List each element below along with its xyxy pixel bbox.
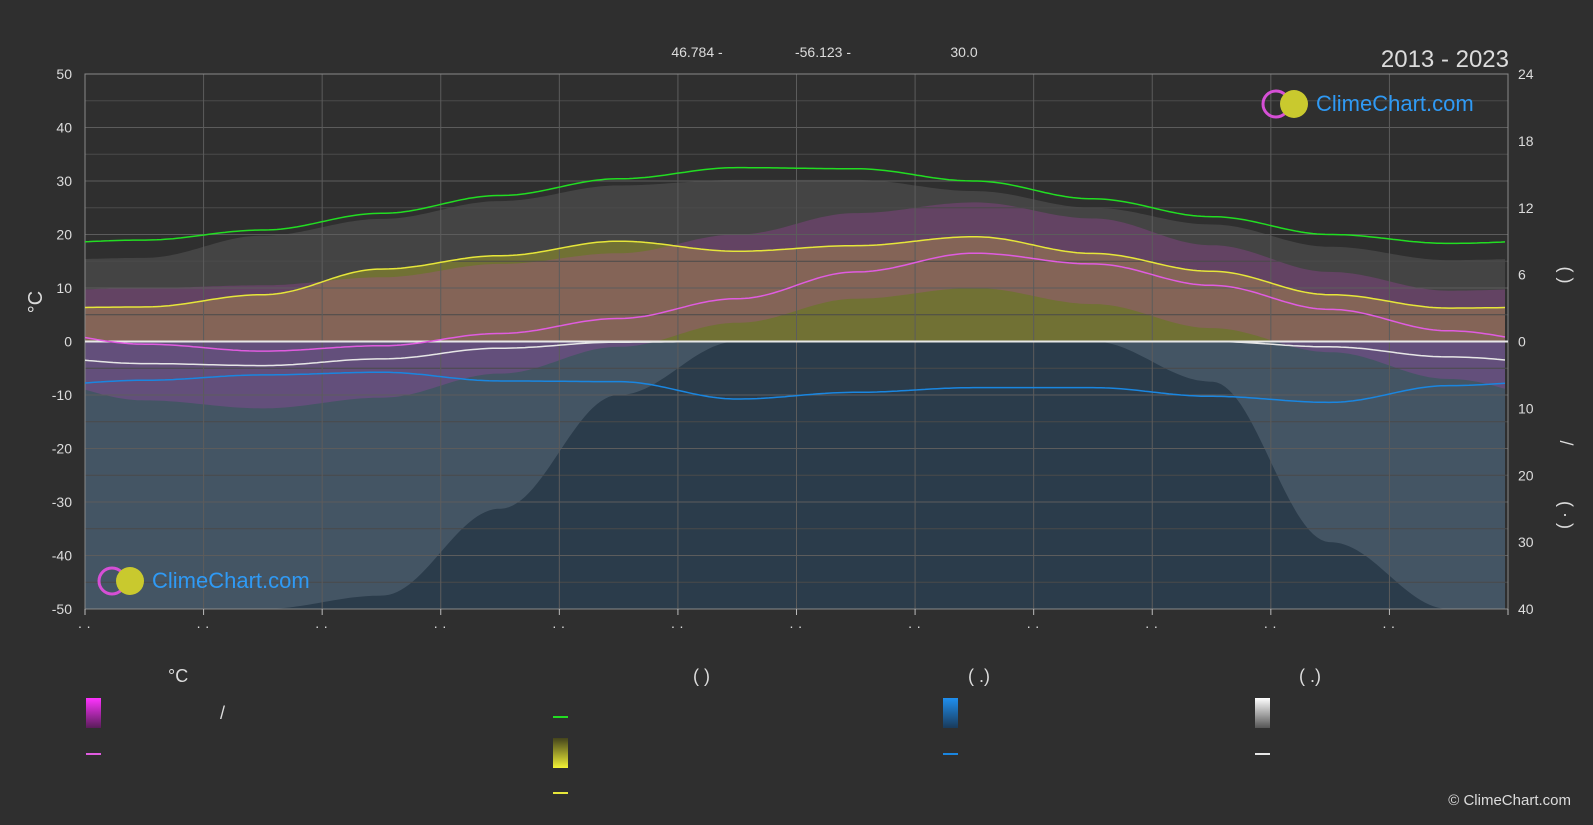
left-tick-label: 30 bbox=[56, 173, 72, 189]
logo-icon bbox=[1261, 89, 1308, 119]
left-tick-label: 40 bbox=[56, 120, 72, 136]
left-tick-label: 10 bbox=[56, 280, 72, 296]
logo-text: ClimeChart.com bbox=[1316, 91, 1474, 116]
legend-rain-title: ( .) bbox=[968, 666, 990, 686]
copyright: © ClimeChart.com bbox=[1448, 792, 1571, 809]
left-tick-label: -50 bbox=[52, 601, 72, 617]
legend-rain-range-swatch bbox=[943, 698, 958, 728]
legend-sunshine-range-swatch bbox=[553, 738, 568, 768]
logo-icon bbox=[97, 566, 144, 596]
logo-bottom: ClimeChart.com bbox=[96, 565, 310, 597]
right-top-tick-label: 18 bbox=[1518, 133, 1534, 149]
x-tick-label: · · bbox=[1145, 618, 1158, 634]
x-tick-label: · · bbox=[315, 618, 328, 634]
right-bottom-tick-label: 40 bbox=[1518, 601, 1534, 617]
legend-sunshine-mean-swatch bbox=[553, 792, 568, 794]
legend-snow-title: ( .) bbox=[1299, 666, 1321, 686]
right-axis-label-top: ( ) bbox=[1556, 267, 1576, 284]
legend-rain-mean-swatch bbox=[943, 753, 958, 755]
legend-daylight-swatch bbox=[553, 716, 568, 718]
x-tick-label: · · bbox=[908, 618, 921, 634]
left-tick-label: -40 bbox=[52, 548, 72, 564]
x-tick-label: · · bbox=[671, 618, 684, 634]
x-tick-label: · · bbox=[196, 618, 209, 634]
x-tick-label: · · bbox=[1264, 618, 1277, 634]
x-tick-label: · · bbox=[789, 618, 802, 634]
legend-snow-range-swatch bbox=[1255, 698, 1270, 728]
right-top-tick-label: 0 bbox=[1518, 334, 1526, 350]
legend-temperature-range-swatch bbox=[86, 698, 101, 728]
header-latitude: 46.784 - bbox=[671, 44, 723, 60]
left-tick-label: -30 bbox=[52, 494, 72, 510]
right-axis-label-bottom-2: ( · ) bbox=[1556, 501, 1576, 529]
climate-chart: 50 40 30 20 10 0 -10 -20 -30 -40 -50 24 18 12 6 0 10 20 30… bbox=[25, 44, 1576, 634]
right-bottom-tick-label: 20 bbox=[1518, 467, 1534, 483]
left-tick-label: -10 bbox=[52, 387, 72, 403]
logo-text: ClimeChart.com bbox=[152, 568, 310, 593]
left-tick-label: 50 bbox=[56, 66, 72, 82]
legend-temperature-mean-swatch bbox=[86, 753, 101, 755]
x-tick-label: · · bbox=[433, 618, 446, 634]
legend-sunshine-title: ( ) bbox=[693, 666, 710, 686]
legend-temperature-title: °C bbox=[168, 666, 189, 686]
period-label: 2013 - 2023 bbox=[1380, 46, 1509, 73]
x-tick-label: · · bbox=[78, 618, 91, 634]
x-tick-label: · · bbox=[1026, 618, 1039, 634]
left-tick-label: 0 bbox=[64, 334, 72, 350]
right-bottom-tick-label: 30 bbox=[1518, 534, 1534, 550]
right-top-tick-label: 6 bbox=[1518, 267, 1526, 283]
header-longitude: -56.123 - bbox=[795, 44, 851, 60]
left-tick-label: 20 bbox=[56, 227, 72, 243]
right-axis-label-bottom-1: / bbox=[1556, 440, 1576, 445]
left-tick-label: -20 bbox=[52, 441, 72, 457]
x-tick-label: · · bbox=[1382, 618, 1395, 634]
logo-top: ClimeChart.com bbox=[1260, 88, 1474, 120]
left-axis-unit: °C bbox=[25, 291, 47, 313]
right-bottom-tick-label: 10 bbox=[1518, 400, 1534, 416]
header-elevation: 30.0 bbox=[950, 44, 977, 60]
right-top-tick-label: 12 bbox=[1518, 200, 1534, 216]
x-tick-label: · · bbox=[552, 618, 565, 634]
legend-snow-mean-swatch bbox=[1255, 753, 1270, 755]
legend-temperature-range-label: / bbox=[220, 703, 226, 723]
right-top-tick-label: 24 bbox=[1518, 66, 1534, 82]
